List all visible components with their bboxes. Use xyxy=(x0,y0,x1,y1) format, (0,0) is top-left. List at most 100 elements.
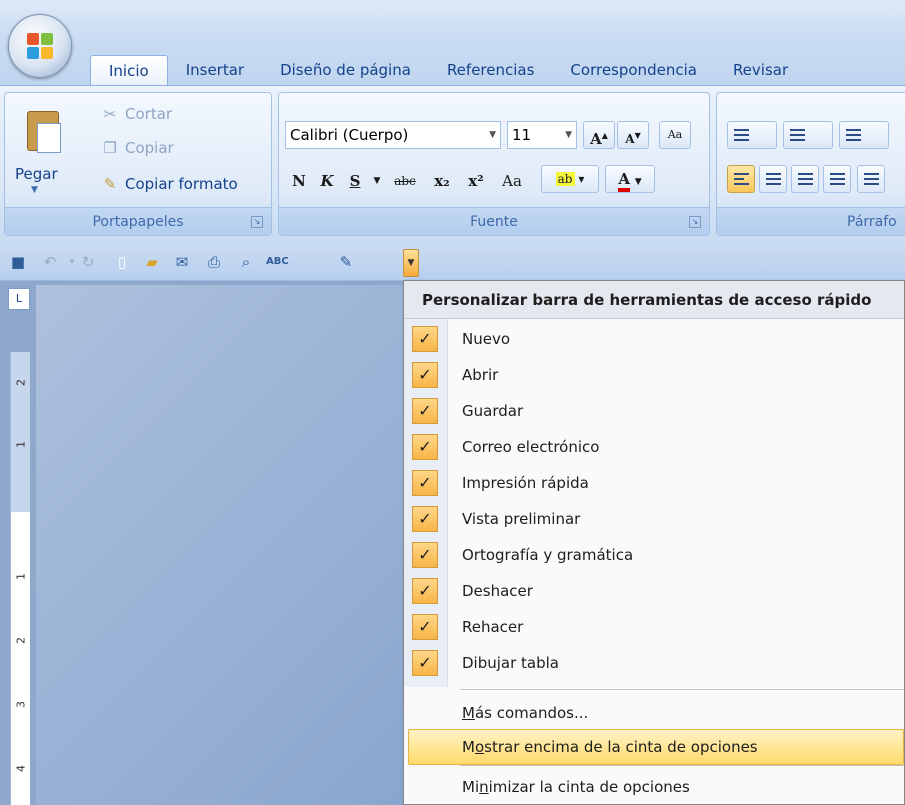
strikethrough-button[interactable]: abc xyxy=(387,167,423,195)
menu-item-ortografia[interactable]: ✓ Ortografía y gramática xyxy=(404,537,904,573)
shrink-font-button[interactable]: A▼ xyxy=(617,121,649,149)
bold-button[interactable]: N xyxy=(287,167,311,195)
cut-label: Cortar xyxy=(125,105,173,123)
menu-item-label: Nuevo xyxy=(462,330,511,348)
customize-qat-menu: Personalizar barra de herramientas de ac… xyxy=(403,280,905,805)
checkmark-icon: ✓ xyxy=(412,578,438,604)
tab-referencias[interactable]: Referencias xyxy=(429,55,552,85)
justify-button[interactable] xyxy=(823,165,851,193)
menu-item-minimizar-cinta[interactable]: Minimizar la cinta de opciones xyxy=(404,769,904,805)
subscript-button[interactable]: x₂ xyxy=(427,167,457,195)
menu-item-abrir[interactable]: ✓ Abrir xyxy=(404,357,904,393)
menu-item-deshacer[interactable]: ✓ Deshacer xyxy=(404,573,904,609)
align-left-button[interactable] xyxy=(727,165,755,193)
menu-item-dibujar-tabla[interactable]: ✓ Dibujar tabla xyxy=(404,645,904,681)
clipboard-launcher-icon[interactable]: ↘ xyxy=(251,216,263,228)
copy-icon: ❐ xyxy=(103,139,117,157)
ribbon-tabs: Inicio Insertar Diseño de página Referen… xyxy=(90,55,806,85)
paste-button[interactable]: Pegar xyxy=(15,165,58,183)
menu-item-rehacer[interactable]: ✓ Rehacer xyxy=(404,609,904,645)
tab-diseno-pagina[interactable]: Diseño de página xyxy=(262,55,429,85)
document-workspace xyxy=(36,285,406,805)
customize-qat-button[interactable]: ▼ xyxy=(403,249,419,277)
italic-button[interactable]: K xyxy=(315,167,339,195)
clipboard-group-label: Portapapeles xyxy=(5,207,271,235)
menu-item-label: Guardar xyxy=(462,402,524,420)
multilevel-list-button[interactable] xyxy=(839,121,889,149)
checkmark-icon: ✓ xyxy=(412,542,438,568)
menu-item-label: Más comandos... xyxy=(462,704,589,722)
menu-item-label: Mostrar encima de la cinta de opciones xyxy=(462,738,758,756)
menu-item-guardar[interactable]: ✓ Guardar xyxy=(404,393,904,429)
menu-item-label: Deshacer xyxy=(462,582,533,600)
checkmark-icon: ✓ xyxy=(412,650,438,676)
font-name-select[interactable]: Calibri (Cuerpo) ▼ xyxy=(285,121,501,149)
clear-format-button[interactable]: Aa xyxy=(659,121,691,149)
quick-access-toolbar: ■ ↶ ▾ ↻ ▯ ▰ ✉ ⎙ ⌕ ABC ✎ ▼ xyxy=(0,245,905,281)
checkmark-icon: ✓ xyxy=(412,470,438,496)
new-icon[interactable]: ▯ xyxy=(112,252,132,272)
tab-insertar[interactable]: Insertar xyxy=(168,55,262,85)
draw-table-icon[interactable]: ✎ xyxy=(336,252,356,272)
scissors-icon: ✂ xyxy=(103,105,117,123)
menu-separator xyxy=(460,689,904,690)
font-size-select[interactable]: 11 ▼ xyxy=(507,121,577,149)
underline-button[interactable]: S xyxy=(343,167,367,195)
save-icon[interactable]: ■ xyxy=(8,252,28,272)
tab-revisar[interactable]: Revisar xyxy=(715,55,806,85)
paragraph-group: Párrafo xyxy=(716,92,905,236)
bullets-button[interactable] xyxy=(727,121,777,149)
copy-label: Copiar xyxy=(125,139,174,157)
paragraph-group-label: Párrafo xyxy=(717,207,905,235)
font-group: Calibri (Cuerpo) ▼ 11 ▼ A▲ A▼ Aa N K S ▼ a… xyxy=(278,92,710,236)
format-painter-label: Copiar formato xyxy=(125,175,238,193)
copy-button[interactable]: ❐ Copiar xyxy=(101,139,174,157)
tab-selector-button[interactable]: L xyxy=(8,288,30,310)
menu-item-label: Minimizar la cinta de opciones xyxy=(462,778,690,796)
highlight-color-button[interactable]: ab ▾ xyxy=(541,165,599,193)
paste-icon[interactable] xyxy=(23,107,63,157)
title-bar: Inicio Insertar Diseño de página Referen… xyxy=(0,0,905,88)
ruler-mark: 3 xyxy=(14,701,28,708)
change-case-button[interactable]: Aa xyxy=(495,167,529,195)
underline-dropdown-icon[interactable]: ▼ xyxy=(371,167,383,195)
menu-item-nuevo[interactable]: ✓ Nuevo xyxy=(404,321,904,357)
undo-icon[interactable]: ↶ xyxy=(40,252,60,272)
email-icon[interactable]: ✉ xyxy=(172,252,192,272)
open-icon[interactable]: ▰ xyxy=(142,252,162,272)
superscript-button[interactable]: x² xyxy=(461,167,491,195)
font-launcher-icon[interactable]: ↘ xyxy=(689,216,701,228)
menu-item-mas-comandos[interactable]: Más comandos... xyxy=(404,695,904,731)
quick-print-icon[interactable]: ⎙ xyxy=(204,252,224,272)
menu-item-vista-preliminar[interactable]: ✓ Vista preliminar xyxy=(404,501,904,537)
menu-separator xyxy=(460,765,904,766)
office-button[interactable] xyxy=(8,14,72,78)
ruler-mark: 1 xyxy=(14,441,28,448)
cut-button[interactable]: ✂ Cortar xyxy=(101,105,172,123)
line-spacing-button[interactable] xyxy=(857,165,885,193)
tab-inicio[interactable]: Inicio xyxy=(90,55,168,85)
font-size-value: 11 xyxy=(512,126,532,144)
ruler-mark: 2 xyxy=(14,637,28,644)
font-color-button[interactable]: A ▼ xyxy=(605,165,655,193)
ribbon: Pegar ▼ ✂ Cortar ❐ Copiar ✎ Copiar formato … xyxy=(0,85,905,245)
align-right-button[interactable] xyxy=(791,165,819,193)
paste-dropdown-icon[interactable]: ▼ xyxy=(31,185,38,195)
menu-item-label: Vista preliminar xyxy=(462,510,581,528)
format-painter-button[interactable]: ✎ Copiar formato xyxy=(101,175,238,193)
menu-item-mostrar-encima[interactable]: Mostrar encima de la cinta de opciones xyxy=(404,729,904,765)
tab-correspondencia[interactable]: Correspondencia xyxy=(552,55,715,85)
spelling-icon[interactable]: ABC xyxy=(266,252,289,272)
checkmark-icon: ✓ xyxy=(412,398,438,424)
office-logo-icon xyxy=(27,33,55,61)
numbering-button[interactable] xyxy=(783,121,833,149)
print-preview-icon[interactable]: ⌕ xyxy=(236,252,256,272)
redo-icon[interactable]: ↻ xyxy=(78,252,98,272)
vertical-ruler: 2 1 1 2 3 4 xyxy=(10,352,30,805)
align-center-button[interactable] xyxy=(759,165,787,193)
menu-item-correo[interactable]: ✓ Correo electrónico xyxy=(404,429,904,465)
checkmark-icon: ✓ xyxy=(412,614,438,640)
menu-item-impresion-rapida[interactable]: ✓ Impresión rápida xyxy=(404,465,904,501)
checkmark-icon: ✓ xyxy=(412,506,438,532)
grow-font-button[interactable]: A▲ xyxy=(583,121,615,149)
